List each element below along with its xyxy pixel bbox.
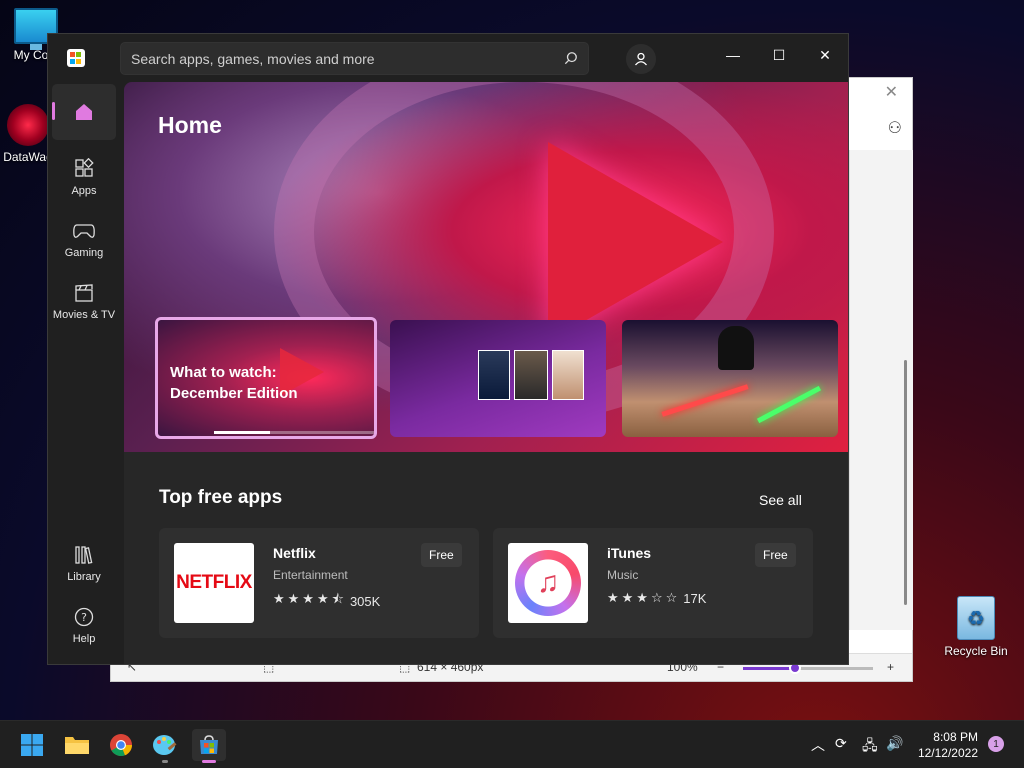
sidebar-item-label: Apps	[71, 185, 97, 197]
zoom-slider-fill	[743, 667, 795, 670]
main-content: Home What to watch: December Edition Top…	[124, 82, 848, 664]
app-rating: ★★★★⯪ 305K	[273, 590, 380, 612]
taskbar-file-explorer[interactable]	[60, 729, 94, 761]
section-title: Top free apps	[159, 487, 283, 508]
volume-icon[interactable]: 🔊	[886, 735, 903, 752]
desktop-icon-label: DataWag	[3, 150, 53, 164]
app-category: Entertainment	[273, 568, 348, 582]
sidebar-item-label: Gaming	[64, 247, 104, 259]
svg-text:?: ?	[81, 611, 87, 624]
lightsaber-art	[661, 384, 749, 417]
app-name: iTunes	[607, 545, 652, 561]
hero-card-line: What to watch:	[170, 364, 277, 381]
clock-time: 8:08 PM	[933, 730, 978, 744]
taskbar-paint[interactable]	[148, 729, 182, 763]
clapperboard-icon	[75, 284, 93, 302]
search-box[interactable]	[120, 42, 589, 75]
chrome-icon	[110, 734, 132, 756]
app-tile-itunes[interactable]: ♫ iTunes Music ★★★☆☆ 17K Free	[493, 528, 813, 638]
store-window: — ☐ ✕ Apps Gaming Movies & TV Library ? …	[47, 33, 849, 665]
gamepad-icon	[73, 224, 95, 238]
sync-icon[interactable]: ⟳	[835, 735, 847, 752]
character-art	[718, 326, 754, 370]
minimize-button[interactable]: —	[710, 40, 756, 70]
close-button[interactable]: ✕	[802, 40, 848, 70]
taskbar: ︿ ⟳ 🖧 🔊 8:08 PM 12/12/2022	[0, 720, 1024, 768]
sidebar-item-apps[interactable]: Apps	[52, 150, 116, 206]
desktop-icon-recycle-bin[interactable]: ♻ Recycle Bin	[938, 596, 1014, 658]
close-icon[interactable]: ✕	[885, 82, 898, 102]
side-panel	[849, 150, 913, 630]
lightsaber-art	[756, 385, 822, 424]
scrollbar[interactable]	[904, 360, 907, 605]
chevron-up-icon[interactable]: ︿	[811, 735, 825, 755]
notification-badge[interactable]: 1	[988, 736, 1004, 752]
sidebar-item-label: Library	[67, 571, 101, 583]
price-badge[interactable]: Free	[421, 543, 462, 567]
sidebar-item-movies-tv[interactable]: Movies & TV	[52, 274, 116, 330]
start-button[interactable]	[15, 729, 49, 761]
maximize-button[interactable]: ☐	[756, 40, 802, 70]
desktop-icon-label: Recycle Bin	[944, 644, 1008, 658]
taskbar-chrome[interactable]	[104, 729, 138, 761]
recycle-bin-icon: ♻	[957, 596, 995, 640]
review-count: 17K	[683, 590, 707, 606]
system-clock[interactable]: 8:08 PM 12/12/2022	[910, 729, 978, 761]
netflix-logo-text: NETFLIX	[176, 572, 252, 593]
game-cover-image	[478, 350, 510, 400]
game-cover-image	[552, 350, 584, 400]
sidebar-item-library[interactable]: Library	[52, 536, 116, 592]
hero-card-lego-star-wars[interactable]	[622, 320, 838, 437]
sidebar-item-label: Help	[72, 633, 96, 645]
network-icon[interactable]: 🖧	[862, 735, 878, 759]
store-icon	[200, 735, 218, 754]
people-icon[interactable]: ⚇	[888, 118, 902, 138]
hero-card-games[interactable]	[390, 320, 606, 437]
sidebar-item-gaming[interactable]: Gaming	[52, 212, 116, 268]
netflix-logo-icon: NETFLIX	[174, 543, 254, 623]
app-name: Netflix	[273, 545, 316, 561]
title-bar: — ☐ ✕	[48, 34, 848, 82]
sidebar-item-help[interactable]: ? Help	[52, 598, 116, 654]
zoom-slider[interactable]	[743, 662, 873, 674]
search-icon[interactable]	[564, 51, 578, 65]
datawag-icon	[7, 104, 49, 146]
paint-palette-icon	[153, 735, 177, 755]
hero-card-what-to-watch[interactable]: What to watch: December Edition	[155, 317, 377, 439]
hero-card-title: What to watch: December Edition	[170, 362, 298, 404]
zoom-in-icon[interactable]: +	[887, 660, 894, 674]
help-icon: ?	[74, 607, 94, 627]
sidebar-item-label: Movies & TV	[52, 309, 116, 321]
search-input[interactable]	[131, 43, 551, 74]
carousel-progress	[214, 431, 374, 434]
folder-icon	[65, 737, 89, 754]
page-title: Home	[158, 112, 222, 138]
store-logo-icon	[67, 49, 85, 67]
see-all-link[interactable]: See all	[759, 492, 802, 508]
apps-icon	[75, 158, 94, 177]
library-icon	[75, 546, 93, 564]
app-category: Music	[607, 568, 639, 582]
price-badge[interactable]: Free	[755, 543, 796, 567]
rating-stars: ★★★☆☆	[607, 590, 681, 605]
hero-card-line: December Edition	[170, 385, 298, 402]
rating-stars: ★★★★⯪	[273, 591, 347, 606]
person-icon	[635, 52, 647, 66]
play-icon	[548, 142, 723, 342]
clock-date: 12/12/2022	[917, 746, 978, 760]
sidebar-nav: Apps Gaming Movies & TV Library ? Help	[48, 82, 122, 664]
carousel-progress-fill	[214, 431, 270, 434]
account-button[interactable]	[626, 44, 656, 74]
app-tile-netflix[interactable]: NETFLIX Netflix Entertainment ★★★★⯪ 305K…	[159, 528, 479, 638]
windows-logo-icon	[21, 734, 43, 756]
itunes-logo-icon: ♫	[508, 543, 588, 623]
sidebar-item-home[interactable]	[52, 84, 116, 140]
app-rating: ★★★☆☆ 17K	[607, 590, 706, 606]
taskbar-microsoft-store[interactable]	[192, 729, 226, 763]
game-cover-image	[514, 350, 548, 400]
review-count: 305K	[349, 593, 381, 609]
home-icon	[76, 104, 92, 120]
